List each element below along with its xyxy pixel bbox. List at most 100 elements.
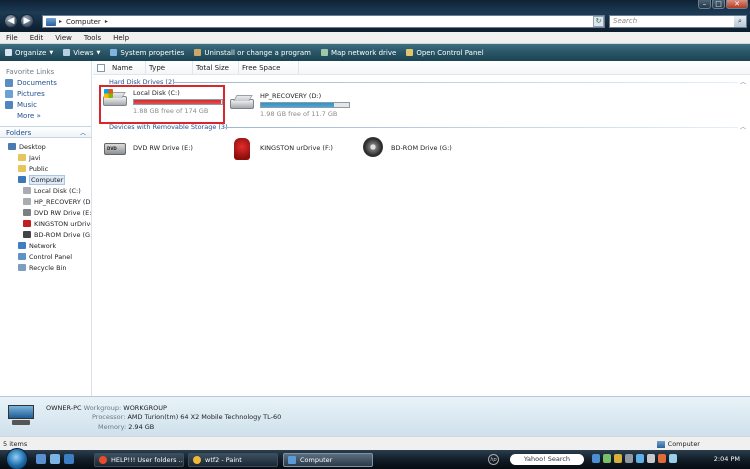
- views-button[interactable]: Views ▼: [58, 44, 105, 61]
- tree-item-public[interactable]: Public: [0, 163, 91, 174]
- system-tray: [592, 454, 677, 463]
- tray-icon[interactable]: [625, 454, 633, 463]
- menu-file[interactable]: File: [0, 34, 24, 42]
- tree-item-recycle-bin[interactable]: Recycle Bin: [0, 262, 91, 273]
- column-total-size[interactable]: Total Size: [193, 60, 239, 75]
- collapse-group-icon[interactable]: ︿: [740, 77, 746, 86]
- taskbar-item-paint[interactable]: wtf2 - Paint: [188, 453, 278, 467]
- breadcrumb-arrow-icon[interactable]: ▸: [105, 18, 108, 25]
- drive-name: HP_RECOVERY (D:): [260, 92, 322, 100]
- menu-view[interactable]: View: [49, 34, 78, 42]
- control-panel-icon: [18, 253, 26, 260]
- battery-icon[interactable]: [658, 454, 666, 463]
- browser-icon: [99, 456, 107, 464]
- folders-header[interactable]: Folders ︿: [0, 126, 91, 138]
- column-name[interactable]: Name: [109, 60, 146, 75]
- tree-item-local-disk-c[interactable]: Local Disk (C:): [0, 185, 91, 196]
- taskbar-item-firefox[interactable]: HELP!!! User folders ...: [94, 453, 184, 467]
- group-divider: [173, 82, 738, 83]
- ie-icon[interactable]: [64, 454, 74, 464]
- column-type[interactable]: Type ︿: [146, 60, 193, 75]
- breadcrumb-computer[interactable]: Computer: [66, 18, 101, 26]
- tree-item-computer[interactable]: Computer: [0, 174, 91, 185]
- organize-icon: [5, 49, 12, 56]
- drive-item-bd-rom-g[interactable]: BD-ROM Drive (G:): [361, 137, 452, 157]
- computer-name: OWNER-PC: [46, 404, 82, 412]
- drive-free-space: 1.98 GB free of 11.7 GB: [260, 110, 338, 118]
- favorite-link-documents[interactable]: Documents: [0, 76, 91, 87]
- tree-item-dvd-drive[interactable]: DVD RW Drive (E:): [0, 207, 91, 218]
- title-bar: – □ ✕ ◀ ▶ ▸ Computer ▸ ▼ ↻ Search ⌕: [0, 0, 750, 32]
- memory-value: 2.94 GB: [128, 423, 155, 431]
- tree-item-javi[interactable]: Javi: [0, 152, 91, 163]
- maximize-button[interactable]: □: [712, 0, 725, 9]
- tree-item-bd-rom[interactable]: BD-ROM Drive (G:): [0, 229, 91, 240]
- navigation-pane: Favorite Links Documents Pictures Music …: [0, 61, 92, 396]
- tree-item-kingston[interactable]: KINGSTON urDrive: [0, 218, 91, 229]
- folder-tree: Desktop Javi Public Computer Local Disk …: [0, 138, 91, 273]
- group-header-removable-storage[interactable]: Devices with Removable Storage (3): [109, 123, 228, 131]
- minimize-button[interactable]: –: [698, 0, 711, 9]
- network-tray-icon[interactable]: [636, 454, 644, 463]
- collapse-group-icon[interactable]: ︿: [740, 122, 746, 131]
- chevron-up-icon[interactable]: ︿: [80, 128, 86, 137]
- yahoo-search-box[interactable]: Yahoo! Search: [510, 454, 584, 465]
- refresh-icon[interactable]: ↻: [593, 16, 604, 27]
- details-pane: OWNER-PC Workgroup: WORKGROUP Processor:…: [0, 396, 750, 436]
- clock[interactable]: 2:04 PM: [714, 455, 740, 463]
- tray-icon[interactable]: [614, 454, 622, 463]
- kingston-drive-icon: [230, 138, 254, 162]
- drive-item-hp-recovery-d[interactable]: HP_RECOVERY (D:) 1.98 GB free of 11.7 GB: [230, 92, 350, 118]
- command-bar: Organize ▼ Views ▼ System properties Unins…: [0, 44, 750, 61]
- back-button[interactable]: ◀: [4, 14, 18, 28]
- hp-logo-icon[interactable]: hp: [488, 454, 499, 465]
- breadcrumb-arrow-icon[interactable]: ▸: [59, 18, 62, 25]
- search-input[interactable]: Search ⌕: [609, 15, 747, 28]
- taskbar-item-computer[interactable]: Computer: [283, 453, 373, 467]
- more-links[interactable]: More »: [0, 109, 91, 120]
- computer-icon: [288, 456, 296, 464]
- drive-item-kingston-f[interactable]: KINGSTON urDrive (F:): [230, 138, 333, 162]
- tray-icon[interactable]: [603, 454, 611, 463]
- menu-tools[interactable]: Tools: [78, 34, 107, 42]
- start-button[interactable]: [6, 448, 28, 469]
- status-location: Computer: [656, 440, 700, 448]
- address-bar[interactable]: ▸ Computer ▸ ▼: [42, 15, 605, 28]
- uninstall-icon: [194, 49, 202, 56]
- chevron-down-icon: ▼: [49, 49, 54, 56]
- search-icon[interactable]: ⌕: [734, 16, 746, 27]
- organize-button[interactable]: Organize ▼: [0, 44, 58, 61]
- open-control-panel-button[interactable]: Open Control Panel: [401, 44, 488, 61]
- close-button[interactable]: ✕: [726, 0, 748, 9]
- system-properties-button[interactable]: System properties: [105, 44, 189, 61]
- column-free-space[interactable]: Free Space: [239, 60, 299, 75]
- map-network-drive-button[interactable]: Map network drive: [316, 44, 401, 61]
- tree-item-network[interactable]: Network: [0, 240, 91, 251]
- tray-icon[interactable]: [669, 454, 677, 463]
- tray-icon[interactable]: [592, 454, 600, 463]
- drive-item-dvd-rw-e[interactable]: DVD DVD RW Drive (E:): [103, 138, 193, 158]
- tree-item-desktop[interactable]: Desktop: [0, 141, 91, 152]
- forward-button[interactable]: ▶: [20, 14, 34, 28]
- volume-icon[interactable]: [647, 454, 655, 463]
- uninstall-program-button[interactable]: Uninstall or change a program: [189, 44, 316, 61]
- hard-disk-icon: [23, 198, 31, 205]
- select-all-checkbox[interactable]: [97, 63, 105, 72]
- paint-icon: [193, 456, 201, 464]
- processor-value: AMD Turion(tm) 64 X2 Mobile Technology T…: [127, 413, 282, 421]
- network-icon: [18, 242, 26, 249]
- content-pane: Name Type ︿ Total Size Free Space Hard Di…: [93, 60, 750, 396]
- item-count: 5 items: [3, 440, 28, 448]
- tree-item-control-panel[interactable]: Control Panel: [0, 251, 91, 262]
- dvd-drive-icon: DVD: [103, 138, 127, 158]
- favorite-link-pictures[interactable]: Pictures: [0, 87, 91, 98]
- status-bar: 5 items Computer: [0, 436, 750, 450]
- menu-help[interactable]: Help: [107, 34, 135, 42]
- favorite-link-music[interactable]: Music: [0, 98, 91, 109]
- menu-edit[interactable]: Edit: [24, 34, 50, 42]
- tree-item-hp-recovery[interactable]: HP_RECOVERY (D:): [0, 196, 91, 207]
- recycle-bin-icon: [18, 264, 26, 271]
- music-icon: [5, 101, 13, 109]
- switch-windows-icon[interactable]: [50, 454, 60, 464]
- show-desktop-icon[interactable]: [36, 454, 46, 464]
